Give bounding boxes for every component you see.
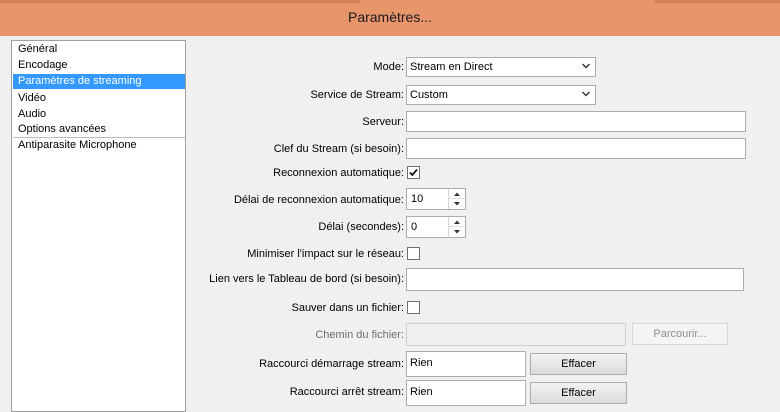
delay-value: 0 [411,221,418,233]
service-select-value: Custom [410,89,448,101]
start-hotkey-value: Rien [410,357,433,369]
title-bar: Paramètres... [0,0,780,36]
arrow-down-icon [454,202,460,206]
start-hotkey-input[interactable]: Rien [406,351,526,377]
spin-up-button[interactable] [449,189,465,199]
clear-stop-hotkey-label: Effacer [561,387,596,399]
stream-key-label: Clef du Stream (si besoin): [273,143,404,155]
clear-stop-hotkey-button[interactable]: Effacer [530,382,627,404]
file-path-input[interactable] [406,323,626,346]
settings-category-list[interactable]: Général Encodage Paramètres de streaming… [11,40,186,412]
sidebar-item-noise-gate[interactable]: Antiparasite Microphone [13,138,185,153]
stop-hotkey-input[interactable]: Rien [406,380,526,406]
spin-buttons [448,217,465,237]
service-select[interactable]: Custom [406,85,596,105]
start-hotkey-label: Raccourci démarrage stream: [259,358,404,370]
stream-key-input[interactable] [406,138,746,159]
file-path-label: Chemin du fichier: [315,329,404,341]
chevron-down-icon [582,91,590,97]
reconnect-delay-value: 10 [411,193,424,205]
stop-hotkey-value: Rien [410,386,433,398]
spin-down-button[interactable] [449,199,465,209]
arrow-up-icon [454,192,460,196]
clear-start-hotkey-button[interactable]: Effacer [530,353,627,375]
save-to-file-checkbox[interactable] [407,301,420,314]
browse-button[interactable]: Parcourir... [632,323,728,345]
title-bar-highlight [0,0,360,3]
mode-select[interactable]: Stream en Direct [406,57,596,77]
sidebar-item-video[interactable]: Vidéo [13,91,185,106]
mode-select-value: Stream en Direct [410,61,493,73]
stop-hotkey-label: Raccourci arrêt stream: [289,386,404,398]
reconnect-delay-label: Délai de reconnexion automatique: [233,194,404,206]
sidebar-item-general[interactable]: Général [13,42,185,57]
service-label: Service de Stream: [310,89,404,101]
sidebar-item-streaming-settings[interactable]: Paramètres de streaming [13,74,185,89]
clear-start-hotkey-label: Effacer [561,358,596,370]
delay-label: Délai (secondes): [318,221,404,233]
spin-down-button[interactable] [449,227,465,237]
checkmark-icon [409,168,418,177]
dashboard-link-input[interactable] [406,268,744,291]
minimize-impact-checkbox[interactable] [407,247,420,260]
server-label: Serveur: [362,116,404,128]
window-title: Paramètres... [347,9,433,25]
sidebar-item-encoding[interactable]: Encodage [13,58,185,73]
auto-reconnect-label: Reconnexion automatique: [273,167,404,179]
chevron-down-icon [582,63,590,69]
save-to-file-label: Sauver dans un fichier: [291,302,404,314]
spin-up-button[interactable] [449,217,465,227]
arrow-up-icon [454,220,460,224]
reconnect-delay-spinbox[interactable]: 10 [406,188,466,210]
arrow-down-icon [454,230,460,234]
server-input[interactable] [406,111,746,132]
mode-label: Mode: [373,61,404,73]
browse-button-label: Parcourir... [653,328,707,340]
spin-buttons [448,189,465,209]
dashboard-link-label: Lien vers le Tableau de bord (si besoin)… [209,273,404,285]
title-bar-highlight [655,0,780,3]
minimize-impact-label: Minimiser l'impact sur le réseau: [247,248,404,260]
delay-spinbox[interactable]: 0 [406,216,466,238]
auto-reconnect-checkbox[interactable] [407,166,420,179]
sidebar-item-advanced[interactable]: Options avancées [13,122,185,137]
sidebar-item-audio[interactable]: Audio [13,107,185,122]
